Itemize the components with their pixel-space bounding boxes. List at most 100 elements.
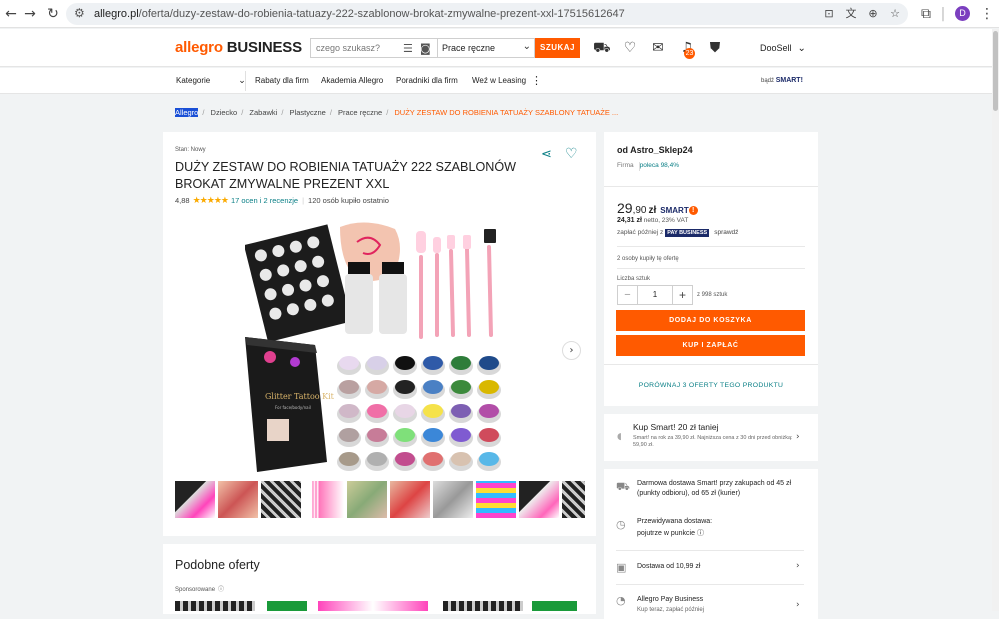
free-delivery-info: Darmowa dostawa Smart! przy zakupach od …: [637, 480, 792, 497]
search-button[interactable]: SZUKAJ: [535, 38, 580, 58]
categories-dropdown[interactable]: Kategorie ⌄: [176, 76, 246, 86]
more-menu-icon[interactable]: ⋮: [531, 74, 542, 87]
thumbnail[interactable]: [218, 481, 258, 518]
thumbnail[interactable]: [562, 481, 585, 518]
glitter-jar-color: [339, 404, 359, 418]
install-app-icon[interactable]: ⊡: [822, 7, 836, 21]
expected-delivery-value: pojutrze w punkcie ⓘ: [637, 529, 704, 537]
quantity-input[interactable]: 1: [638, 286, 672, 304]
similar-offer-image[interactable]: [267, 601, 307, 611]
gallery-next-button[interactable]: ›: [562, 341, 581, 360]
smart-promo-link[interactable]: bądź SMART!: [761, 77, 803, 84]
nav-link-akademia[interactable]: Akademia Allegro: [321, 76, 383, 85]
glitter-jar-color: [451, 404, 471, 418]
favorite-heart-icon[interactable]: ♡: [565, 146, 578, 162]
cart-delivery-icon[interactable]: ⛟: [593, 40, 611, 56]
chevron-right-icon[interactable]: ›: [796, 432, 800, 442]
similar-offer-image[interactable]: [175, 601, 255, 611]
quantity-available: z 998 sztuk: [697, 292, 728, 298]
thumbnail[interactable]: [390, 481, 430, 518]
page-scrollbar[interactable]: [992, 29, 999, 611]
category-select[interactable]: Prace ręczne ⌄: [437, 39, 535, 57]
seller-name[interactable]: od Astro_Sklep24: [617, 145, 693, 155]
breadcrumb-item[interactable]: Plastyczne: [290, 108, 326, 117]
price: 29,90 zł SMART!: [617, 200, 698, 216]
condition-label: Stan: Nowy: [175, 147, 206, 153]
delivery-truck-icon: ⛟: [616, 480, 630, 493]
breadcrumb-item[interactable]: Zabawki: [249, 108, 277, 117]
thumbnail-strip: [175, 481, 585, 519]
scrollbar-thumb[interactable]: [993, 31, 998, 111]
nav-link-poradniki[interactable]: Poradniki dla firm: [396, 76, 458, 85]
heart-icon[interactable]: ♡: [622, 40, 638, 56]
check-pay-link[interactable]: sprawdź: [714, 229, 738, 236]
back-icon[interactable]: ←: [2, 5, 20, 23]
similar-offer-image[interactable]: [318, 601, 428, 611]
glitter-jar-color: [451, 452, 471, 466]
profile-avatar[interactable]: D: [955, 6, 970, 21]
info-icon: ⓘ: [218, 586, 225, 593]
similar-offer-image[interactable]: [532, 601, 577, 611]
glitter-jar-color: [479, 428, 499, 442]
user-menu[interactable]: DooSell ⌄: [760, 43, 806, 54]
quantity-plus-button[interactable]: +: [672, 286, 692, 304]
smart-exclamation-icon: !: [688, 206, 698, 216]
glitter-jar-color: [339, 356, 359, 370]
messages-icon[interactable]: ✉: [650, 40, 666, 56]
info-icon: ⓘ: [696, 529, 704, 537]
compare-offers-link[interactable]: PORÓWNAJ 3 OFERTY TEGO PRODUKTU: [604, 382, 818, 389]
divider: [604, 186, 818, 187]
translate-icon[interactable]: 文: [844, 7, 858, 21]
glitter-jar-color: [367, 404, 387, 418]
forward-icon[interactable]: →: [21, 5, 39, 23]
buy-now-button[interactable]: KUP I ZAPŁAĆ: [616, 335, 805, 356]
pay-business-sub: Kup teraz, zapłać później: [637, 607, 705, 613]
thumbnail[interactable]: [476, 481, 516, 518]
glitter-jar-color: [423, 452, 443, 466]
thumbnail[interactable]: [175, 481, 215, 518]
breadcrumb-item[interactable]: Dziecko: [211, 108, 238, 117]
divider: [617, 268, 805, 269]
add-to-cart-button[interactable]: DODAJ DO KOSZYKA: [616, 310, 805, 331]
site-settings-icon[interactable]: ⚙: [74, 6, 85, 20]
thumbnail[interactable]: [519, 481, 559, 518]
share-icon[interactable]: ⋖: [541, 147, 552, 162]
shopping-bag-icon[interactable]: ⛊: [707, 40, 723, 56]
glitter-jar-color: [479, 380, 499, 394]
search-input[interactable]: czego szukasz?: [316, 43, 380, 53]
voice-search-icon[interactable]: ☰: [403, 42, 413, 55]
browser-menu-icon[interactable]: ⋮: [978, 5, 996, 23]
address-bar[interactable]: ⚙ allegro.pl/oferta/duzy-zestaw-do-robie…: [66, 3, 908, 25]
thumbnail[interactable]: [261, 481, 301, 518]
allegro-business-logo[interactable]: allegro BUSINESS: [175, 39, 302, 56]
breadcrumb-item[interactable]: Prace ręczne: [338, 108, 382, 117]
bought-count: 2 osoby kupiły tę ofertę: [617, 256, 679, 262]
bookmark-icon[interactable]: ☆: [888, 7, 902, 21]
thumbnail[interactable]: [304, 481, 344, 518]
glitter-jar-color: [451, 380, 471, 394]
thumbnail[interactable]: [433, 481, 473, 518]
search-field[interactable]: czego szukasz? ☰ ◙ Prace ręczne ⌄: [310, 38, 535, 58]
camera-search-icon[interactable]: ◙: [420, 42, 431, 55]
glitter-jar-color: [451, 428, 471, 442]
quantity-minus-button[interactable]: −: [618, 286, 638, 304]
zoom-icon[interactable]: ⊕: [866, 7, 880, 21]
thumbnail[interactable]: [347, 481, 387, 518]
glitter-jar-color: [395, 452, 415, 466]
reviews-link[interactable]: 17 ocen i 2 recenzje: [231, 196, 298, 205]
reload-icon[interactable]: ↻: [44, 5, 62, 23]
nav-link-rabaty[interactable]: Rabaty dla firm: [255, 76, 309, 85]
delivery-from-price[interactable]: Dostawa od 10,99 zł: [637, 562, 797, 572]
pay-business-info[interactable]: Allegro Pay Business: [637, 595, 797, 605]
glitter-jar-color: [423, 380, 443, 394]
chevron-right-icon[interactable]: ›: [796, 600, 800, 610]
quantity-stepper[interactable]: − 1 +: [617, 285, 693, 305]
glitter-jar-color: [423, 356, 443, 370]
netto-price: 24,31 zł netto, 23% VAT: [617, 217, 689, 224]
nav-link-leasing[interactable]: Weź w Leasing: [472, 76, 526, 85]
product-main-image[interactable]: Glitter Tattoo Kit For face/body/nail: [243, 217, 508, 474]
similar-offer-image[interactable]: [443, 601, 523, 611]
extensions-icon[interactable]: ⧉: [917, 5, 935, 23]
breadcrumb-item[interactable]: Allegro: [175, 108, 199, 117]
chevron-right-icon[interactable]: ›: [796, 561, 800, 571]
